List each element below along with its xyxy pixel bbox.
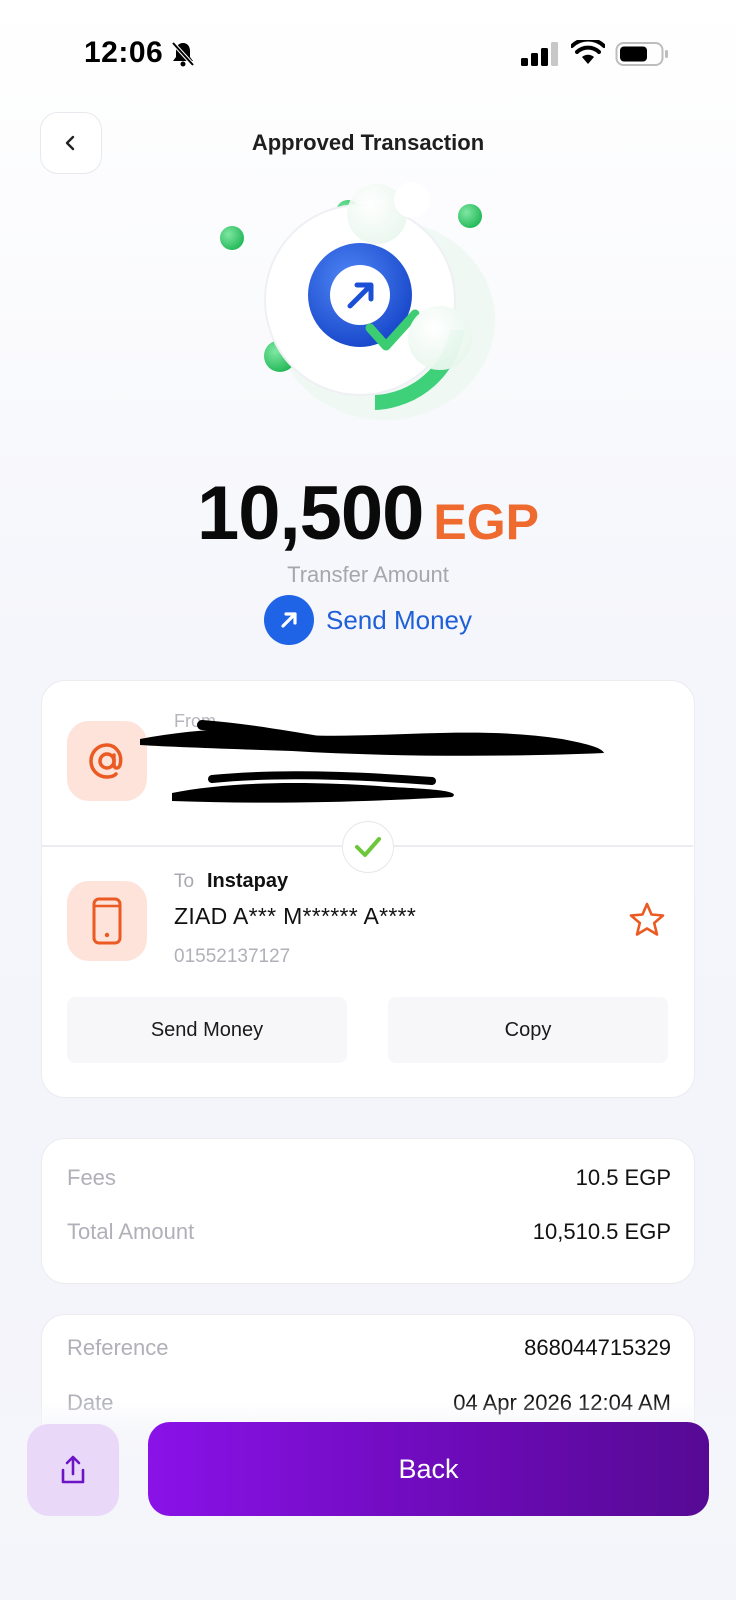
back-button[interactable]: Back [148, 1422, 709, 1516]
reference-value[interactable]: 868044715329 [524, 1335, 671, 1361]
recipient-name: ZIAD A*** M****** A**** [174, 903, 417, 929]
recipient-phone: 01552137127 [174, 946, 291, 967]
status-bar: 12:06 [0, 0, 736, 110]
bell-slash-icon [171, 41, 195, 67]
redaction-mark [140, 720, 604, 803]
fees-label: Fees [67, 1165, 116, 1190]
transfer-parties-card: From To Instapay ZIAD A*** M****** A****… [41, 680, 695, 1098]
fees-value: 10.5 EGP [575, 1165, 671, 1190]
copy-button[interactable]: Copy [388, 997, 668, 1063]
to-label: To [174, 871, 195, 892]
battery-icon [615, 42, 668, 66]
fees-card: Fees 10.5 EGP Total Amount 10,510.5 EGP [41, 1138, 695, 1284]
page-title: Approved Transaction [251, 130, 485, 155]
total-amount-row: Total Amount 10,510.5 EGP [67, 1219, 671, 1245]
arrow-up-right-icon [264, 595, 314, 645]
amount-display: 10,500 EGP [0, 470, 736, 557]
share-icon [61, 1455, 85, 1484]
share-button[interactable] [27, 1424, 119, 1516]
send-success-illustration [220, 182, 495, 420]
reference-label: Reference [67, 1335, 169, 1360]
transaction-type-label: Send Money [326, 604, 472, 635]
status-time: 12:06 [84, 36, 164, 69]
fees-row: Fees 10.5 EGP [67, 1165, 671, 1191]
cellular-signal-icon [521, 42, 558, 66]
transaction-type: Send Money [264, 595, 472, 645]
send-money-button[interactable]: Send Money [67, 997, 347, 1063]
to-bank-name: Instapay [207, 870, 289, 892]
total-amount-value: 10,510.5 EGP [532, 1219, 671, 1244]
total-amount-label: Total Amount [67, 1219, 195, 1244]
star-icon [629, 902, 665, 936]
amount-currency: EGP [433, 494, 540, 550]
reference-row: Reference 868044715329 [67, 1335, 671, 1361]
phone-icon [67, 881, 147, 961]
check-icon [342, 821, 394, 873]
amount-label: Transfer Amount [287, 562, 449, 587]
amount-value: 10,500 [196, 471, 424, 556]
favorite-button[interactable] [626, 899, 668, 941]
wifi-icon [571, 40, 605, 64]
